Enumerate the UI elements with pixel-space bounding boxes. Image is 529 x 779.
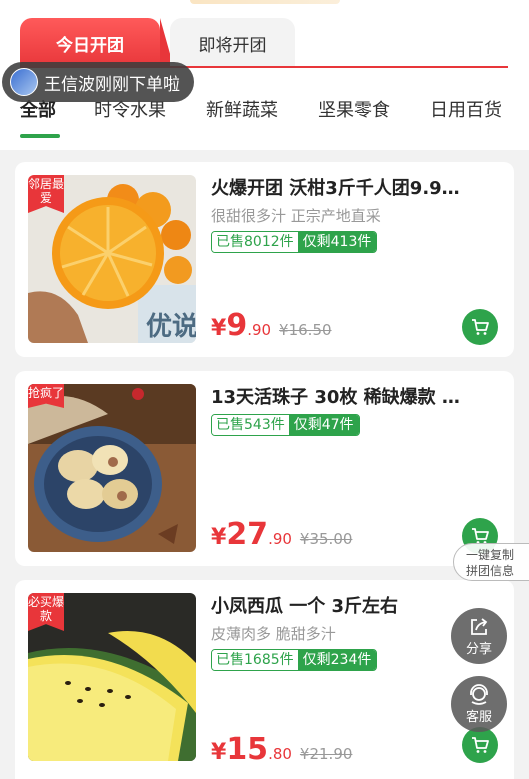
customer-service-button[interactable]: 客服 <box>451 676 507 732</box>
group-tabs: 今日开团 即将开团 <box>20 18 508 68</box>
order-toast: 王信波刚刚下单啦 <box>2 62 194 102</box>
toast-text: 王信波刚刚下单啦 <box>44 74 180 95</box>
original-price: ¥16.50 <box>279 321 332 339</box>
product-subtitle: 很甜很多汁 正宗产地直采 <box>211 207 381 225</box>
price: ¥ 27 .90 ¥35.00 <box>211 517 352 552</box>
price-decimal: .80 <box>268 745 292 763</box>
copy-label-line1: 一键复制 <box>466 548 515 562</box>
original-price: ¥21.90 <box>299 745 353 763</box>
product-card[interactable]: 优说 邻居最爱 火爆开团 沃柑3斤千人团9.9… 很甜很多汁 正宗产地直采 已售… <box>15 162 514 357</box>
tab-upcoming[interactable]: 即将开团 <box>170 18 295 68</box>
price-integer: 15 <box>226 732 269 767</box>
headset-icon <box>470 683 488 705</box>
original-price: ¥35.00 <box>299 530 353 548</box>
sold-count: 已售543件 <box>212 415 289 435</box>
add-to-cart-button[interactable] <box>462 309 498 345</box>
add-to-cart-button[interactable] <box>462 727 498 763</box>
service-label: 客服 <box>465 709 492 725</box>
category-fresh-vegetables[interactable]: 新鲜蔬菜 <box>206 96 278 122</box>
remaining-count: 仅剩413件 <box>297 232 377 252</box>
top-decoration <box>190 0 340 4</box>
currency-symbol: ¥ <box>211 525 227 550</box>
remaining-count: 仅剩234件 <box>297 650 377 670</box>
cart-icon <box>472 319 489 335</box>
share-label: 分享 <box>465 641 492 657</box>
stock-info: 已售8012件 仅剩413件 <box>211 231 378 253</box>
price-decimal: .90 <box>247 321 272 339</box>
product-title[interactable]: 小凤西瓜 一个 3斤左右 <box>211 592 501 618</box>
price-integer: 9 <box>226 308 248 343</box>
price-decimal: .90 <box>268 530 292 548</box>
price: ¥ 9 .90 ¥16.50 <box>211 308 332 343</box>
tab-today[interactable]: 今日开团 <box>20 18 174 68</box>
stock-info: 已售1685件 仅剩234件 <box>211 649 378 671</box>
share-button[interactable]: 分享 <box>451 608 507 664</box>
product-image-orange[interactable]: 优说 邻居最爱 <box>28 175 196 343</box>
product-title[interactable]: 火爆开团 沃柑3斤千人团9.9… <box>211 174 501 200</box>
copy-label-line2: 拼团信息 <box>466 564 515 578</box>
sold-count: 已售8012件 <box>212 232 298 252</box>
price-integer: 27 <box>226 517 269 552</box>
product-card[interactable]: 抢疯了 13天活珠子 30枚 稀缺爆款 … 已售543件 仅剩47件 ¥ 27 … <box>15 371 514 566</box>
product-subtitle: 皮薄肉多 脆甜多汁 <box>211 625 336 643</box>
remaining-count: 仅剩47件 <box>288 415 359 435</box>
cart-icon <box>472 737 489 753</box>
share-icon <box>471 617 488 635</box>
sold-count: 已售1685件 <box>212 650 298 670</box>
copy-group-info-button[interactable]: 一键复制 拼团信息 <box>453 543 529 581</box>
category-daily-goods[interactable]: 日用百货 <box>430 96 502 122</box>
product-image-eggs[interactable]: 抢疯了 <box>28 384 196 552</box>
product-title[interactable]: 13天活珠子 30枚 稀缺爆款 … <box>211 383 501 409</box>
price: ¥ 15 .80 ¥21.90 <box>211 732 352 767</box>
product-card[interactable]: 必买爆款 小凤西瓜 一个 3斤左右 皮薄肉多 脆甜多汁 已售1685件 仅剩23… <box>15 580 514 779</box>
category-nuts-snacks[interactable]: 坚果零食 <box>318 96 390 122</box>
currency-symbol: ¥ <box>211 316 227 341</box>
avatar <box>10 68 38 96</box>
stock-info: 已售543件 仅剩47件 <box>211 414 360 436</box>
product-image-watermelon[interactable]: 必买爆款 <box>28 593 196 761</box>
currency-symbol: ¥ <box>211 740 227 765</box>
category-active-indicator <box>20 134 60 138</box>
svg-text:优说: 优说 <box>146 312 196 342</box>
